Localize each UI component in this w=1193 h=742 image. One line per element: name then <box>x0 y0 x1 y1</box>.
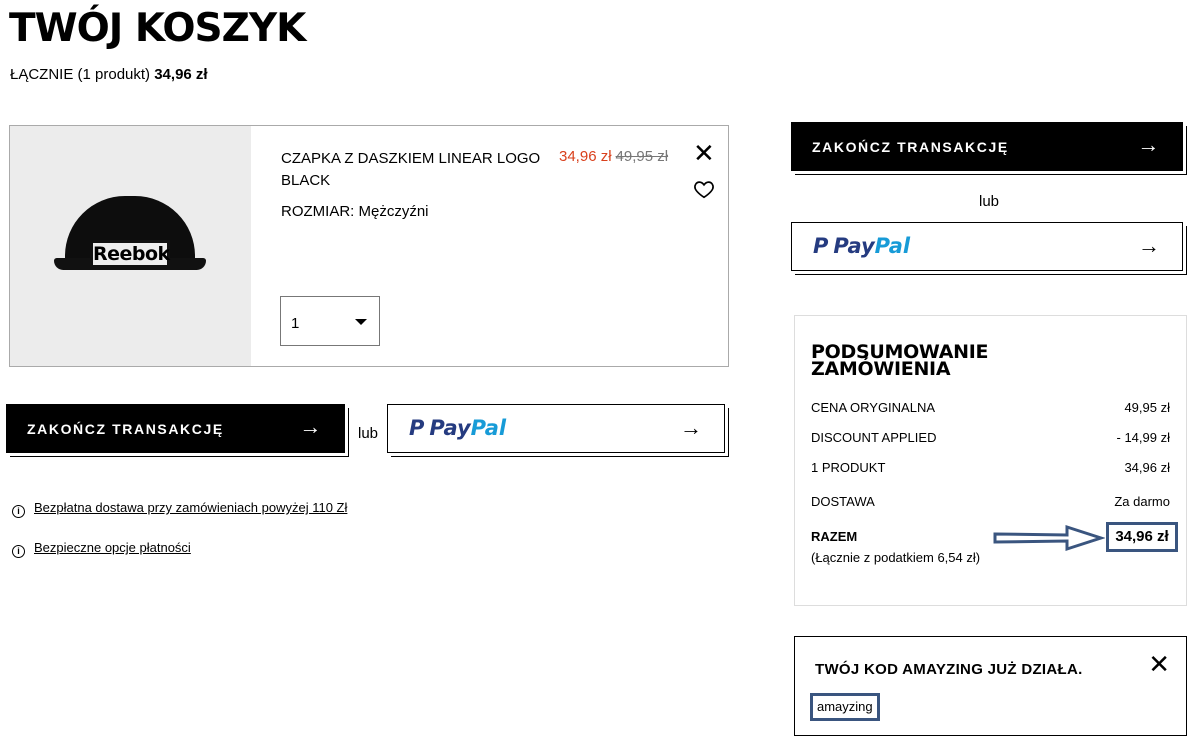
secure-payment-info[interactable]: i Bezpieczne opcje płatności <box>12 540 191 558</box>
order-summary: PODSUMOWANIE ZAMÓWIENIA CENA ORYGINALNA 4… <box>794 315 1187 606</box>
promo-code-box: TWÓJ KOD AMAYZING JUŻ DZIAŁA. ✕ amayzing <box>794 636 1187 736</box>
summary-row-products: 1 PRODUKT 34,96 zł <box>811 460 1170 475</box>
product-name[interactable]: CZAPKA Z DASZKIEM LINEAR LOGO BLACK <box>281 148 551 192</box>
paypal-p-icon: P <box>813 234 829 258</box>
arrow-right-icon: → <box>1138 233 1160 258</box>
arrow-right-icon: → <box>680 415 702 440</box>
arrow-right-icon: → <box>299 414 323 439</box>
summary-title: PODSUMOWANIE ZAMÓWIENIA <box>811 341 989 380</box>
cart-item: Reebok CZAPKA Z DASZKIEM LINEAR LOGO BLA… <box>9 125 729 367</box>
paypal-button-bottom[interactable]: P PayPal → <box>387 404 725 453</box>
total-value-highlight: 34,96 zł <box>1106 522 1178 552</box>
price-current: 34,96 zł <box>559 148 612 165</box>
caret-down-icon <box>355 319 367 325</box>
price-original: 49,95 zł <box>615 148 669 165</box>
paypal-logo: P PayPal <box>409 416 507 440</box>
checkout-button-label: ZAKOŃCZ TRANSAKCJĘ <box>812 139 1009 155</box>
page-title: TWÓJ KOSZYK <box>9 6 306 51</box>
cart-total-line: ŁĄCZNIE (1 produkt) 34,96 zł <box>10 66 208 83</box>
paypal-button-top[interactable]: P PayPal → <box>791 222 1183 271</box>
summary-row-shipping: DOSTAWA Za darmo <box>811 494 1170 509</box>
or-label: lub <box>358 425 379 442</box>
annotation-arrow-icon <box>993 524 1105 552</box>
product-price: 34,96 zł 49,95 zł <box>559 148 668 165</box>
summary-row-discount: DISCOUNT APPLIED - 14,99 zł <box>811 430 1170 445</box>
or-label: lub <box>979 193 1000 210</box>
reebok-logo: Reebok <box>90 240 170 268</box>
paypal-p-icon: P <box>409 416 425 440</box>
summary-row-original-price: CENA ORYGINALNA 49,95 zł <box>811 400 1170 415</box>
info-icon: i <box>12 505 25 518</box>
promo-code-chip: amayzing <box>810 693 880 721</box>
heart-icon[interactable] <box>693 178 715 200</box>
quantity-select[interactable]: 1 <box>280 296 380 346</box>
total-label: RAZEM <box>811 529 858 544</box>
checkout-button-top[interactable]: ZAKOŃCZ TRANSAKCJĘ → <box>791 122 1183 171</box>
promo-title: TWÓJ KOD AMAYZING JUŻ DZIAŁA. <box>815 661 1083 678</box>
cart-total-value: 34,96 zł <box>154 66 208 83</box>
checkout-button-label: ZAKOŃCZ TRANSAKCJĘ <box>27 421 224 437</box>
free-shipping-info[interactable]: i Bezpłatna dostawa przy zamówieniach pow… <box>12 500 347 518</box>
tax-note: (Łącznie z podatkiem 6,54 zł) <box>811 550 981 565</box>
free-shipping-link[interactable]: Bezpłatna dostawa przy zamówieniach powy… <box>34 500 347 515</box>
arrow-right-icon: → <box>1137 132 1161 157</box>
product-size: ROZMIAR: Mężczyźni <box>281 203 429 220</box>
quantity-value: 1 <box>291 315 300 332</box>
info-icon: i <box>12 545 25 558</box>
close-icon[interactable]: ✕ <box>1148 651 1170 677</box>
product-image[interactable]: Reebok <box>10 126 251 366</box>
close-icon[interactable]: ✕ <box>693 140 715 166</box>
secure-payment-link[interactable]: Bezpieczne opcje płatności <box>34 540 191 555</box>
cart-total-prefix: ŁĄCZNIE (1 produkt) <box>10 66 151 83</box>
checkout-button-bottom[interactable]: ZAKOŃCZ TRANSAKCJĘ → <box>6 404 345 453</box>
paypal-logo: P PayPal <box>813 234 911 258</box>
